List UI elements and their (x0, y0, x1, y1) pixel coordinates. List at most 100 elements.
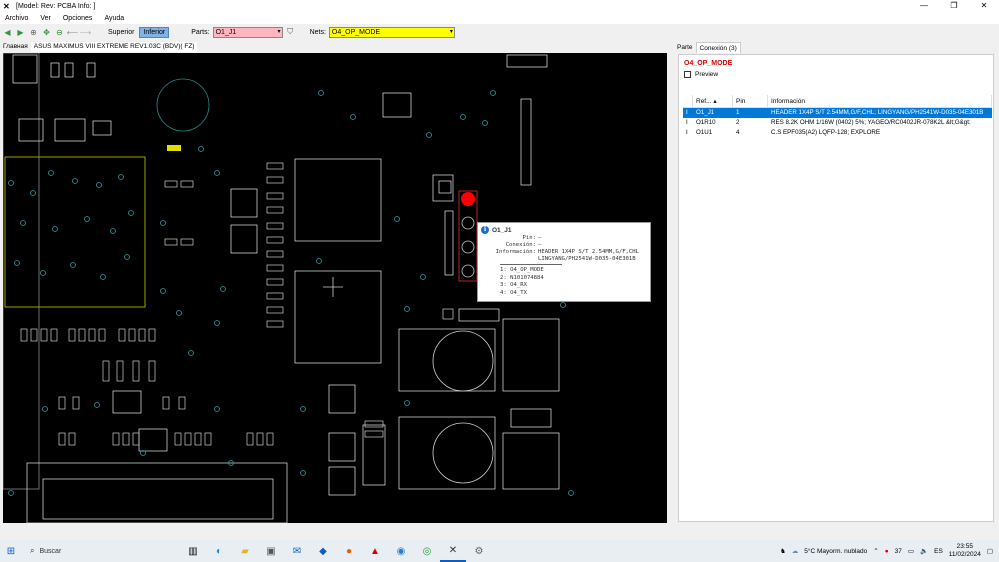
menu-opciones[interactable]: Opciones (63, 15, 93, 22)
file-explorer-icon[interactable]: ▰ (232, 540, 258, 562)
tooltip-pin: 2: N101074884 (500, 274, 544, 281)
search-icon: ⌕ (30, 546, 35, 555)
tooltip-key (478, 256, 538, 262)
tooltip-pin: 1: O4_OP_MODE (500, 267, 544, 273)
tooltip-value: HEADER 1X4P S/T 2.54MM,G/F,CHL (538, 249, 640, 255)
tooltip-row: LINGYANG/PH2541W-D035-04E301B (478, 256, 650, 262)
clock[interactable]: 23:55 11/02/2024 (949, 543, 981, 559)
acrobat-icon[interactable]: ▲ (362, 540, 388, 562)
part-tooltip: i O1_J1 Pin: – Conexión: – Información: … (477, 222, 651, 302)
boardviewer-icon[interactable]: ✕ (440, 540, 466, 562)
taskbar-apps: ▥ ◐ ▰ ▣ ✉ ◆ ● ▲ ◉ ◎ ✕ ⚙ (180, 540, 492, 562)
windows-start-icon[interactable]: ⊞ (0, 540, 22, 562)
tray-badge: 37 (894, 547, 902, 555)
parts-value: O1_J1 (215, 28, 237, 36)
chevron-down-icon[interactable]: ▾ (450, 28, 453, 35)
right-panel: Parte Conexión (3) O4_OP_MODE Preview Re… (672, 42, 999, 527)
tab-board[interactable]: ASUS MAXIMUS VIII EXTREME REV1.03C (BDV)… (30, 42, 198, 52)
weather-text[interactable]: 5°C Mayorm. nublado (804, 548, 867, 555)
cell-pin: 4 (736, 129, 740, 136)
tab-parte[interactable]: Parte (674, 42, 696, 53)
menu-ayuda[interactable]: Ayuda (104, 15, 124, 22)
tab-conexion[interactable]: Conexión (3) (695, 42, 741, 53)
tool-icon[interactable]: ⚙ (466, 540, 492, 562)
chevron-down-icon[interactable]: ▾ (278, 28, 281, 35)
menu-ver[interactable]: Ver (40, 15, 51, 22)
cell-flag: I (686, 129, 688, 136)
chrome-icon[interactable]: ◎ (414, 540, 440, 562)
cell-pin: 2 (736, 119, 740, 126)
tab-home[interactable]: Главная (0, 42, 31, 52)
person-icon[interactable]: ♞ (780, 547, 786, 555)
connection-table: Ref... ▴ Pin Información I O1_J1 1 HEADE… (683, 95, 992, 138)
tooltip-part-name: O1_J1 (492, 226, 512, 234)
firefox-icon[interactable]: ● (336, 540, 362, 562)
header-pin[interactable]: Pin (733, 95, 768, 107)
header-info[interactable]: Información (768, 95, 992, 107)
zoom-out-icon[interactable]: ⊖ (54, 27, 65, 38)
menu-archivo[interactable]: Archivo (5, 15, 28, 22)
tooltip-key: Información: (495, 249, 536, 255)
cell-info: RES 8.2K OHM 1/16W (0402) 5%; YAGEO/RC04… (771, 119, 971, 126)
back-icon[interactable]: ◀ (2, 27, 13, 38)
table-row[interactable]: I O1R10 2 RES 8.2K OHM 1/16W (0402) 5%; … (683, 118, 992, 128)
nav-left-icon[interactable]: ⟵ (67, 27, 78, 38)
edge-icon[interactable]: ◐ (206, 540, 232, 562)
system-tray: ♞ ☁ 5°C Mayorm. nublado ⌃ ● 37 ▭ 🔈 ES 23… (780, 540, 999, 562)
parts-combo[interactable]: O1_J1 ▾ (212, 26, 283, 38)
zoom-fit-icon[interactable]: ✥ (41, 27, 52, 38)
app-logo-icon: ✕ (3, 1, 10, 11)
table-row[interactable]: I O1U1 4 C.S EPF035(A2) LQFP-128; EXPLOR… (683, 128, 992, 138)
mail-icon[interactable]: ✉ (284, 540, 310, 562)
browser-icon[interactable]: ◉ (388, 540, 414, 562)
window-title: [Model: Rev: PCBA Info: ] (16, 2, 96, 10)
store-icon[interactable]: ▣ (258, 540, 284, 562)
network-icon[interactable]: ▭ (908, 547, 914, 555)
parts-label: Parts: (191, 28, 210, 36)
cell-flag: I (686, 119, 688, 126)
task-view-icon[interactable]: ▥ (180, 540, 206, 562)
minimize-button[interactable]: — (909, 0, 939, 12)
cell-info: C.S EPF035(A2) LQFP-128; EXPLORE (771, 129, 881, 136)
search-placeholder: Buscar (39, 547, 62, 555)
tooltip-value: – (538, 242, 542, 248)
tooltip-row: Conexión: – (478, 242, 650, 248)
language-indicator[interactable]: ES (934, 548, 943, 555)
tooltip-divider (500, 264, 562, 265)
toolbar: ◀ ▶ ⊕ ✥ ⊖ ⟵ ⟶ Superior Inferior Parts: O… (0, 24, 999, 40)
tooltip-key: Conexión: (505, 242, 536, 248)
filter-icon[interactable]: ⛉ (285, 27, 296, 38)
zoom-in-icon[interactable]: ⊕ (28, 27, 39, 38)
info-icon: i (481, 226, 489, 234)
header-ref[interactable]: Ref... ▴ (693, 95, 733, 107)
cell-info: HEADER 1X4P S/T 2.54MM,G/F,CHL; LINGYANG… (771, 109, 984, 116)
tooltip-value: LINGYANG/PH2541W-D035-04E301B (538, 256, 636, 262)
nets-value: O4_OP_MODE (331, 28, 381, 36)
chevron-up-icon[interactable]: ⌃ (873, 547, 878, 555)
app-icon[interactable]: ◆ (310, 540, 336, 562)
tooltip-row: Pin: – (478, 235, 650, 241)
tooltip-value: – (538, 235, 542, 241)
menu-bar: Archivo Ver Opciones Ayuda (0, 12, 999, 24)
antivirus-icon[interactable]: ● (885, 548, 889, 555)
forward-icon[interactable]: ▶ (15, 27, 26, 38)
header-ref-label: Ref... (696, 98, 712, 105)
nets-combo[interactable]: O4_OP_MODE ▾ (328, 26, 455, 38)
side-bottom-button[interactable]: Inferior (139, 26, 170, 38)
cell-ref: O1R10 (696, 119, 716, 126)
table-row[interactable]: I O1_J1 1 HEADER 1X4P S/T 2.54MM,G/F,CHL… (683, 108, 992, 118)
cell-flag: I (686, 109, 688, 116)
maximize-button[interactable]: ❐ (939, 0, 969, 12)
close-button[interactable]: ✕ (969, 0, 999, 12)
table-header: Ref... ▴ Pin Información (683, 95, 992, 108)
cell-pin: 1 (736, 109, 740, 116)
taskbar-search[interactable]: ⌕ Buscar (30, 543, 175, 559)
nav-right-icon[interactable]: ⟶ (80, 27, 91, 38)
side-top-button[interactable]: Superior (105, 28, 137, 37)
notifications-icon[interactable]: ▢ (987, 547, 993, 555)
preview-option[interactable]: Preview (684, 71, 993, 78)
volume-icon[interactable]: 🔈 (920, 547, 928, 555)
tooltip-key: Pin: (522, 235, 536, 241)
weather-icon[interactable]: ☁ (792, 547, 799, 555)
preview-checkbox[interactable] (684, 71, 691, 78)
